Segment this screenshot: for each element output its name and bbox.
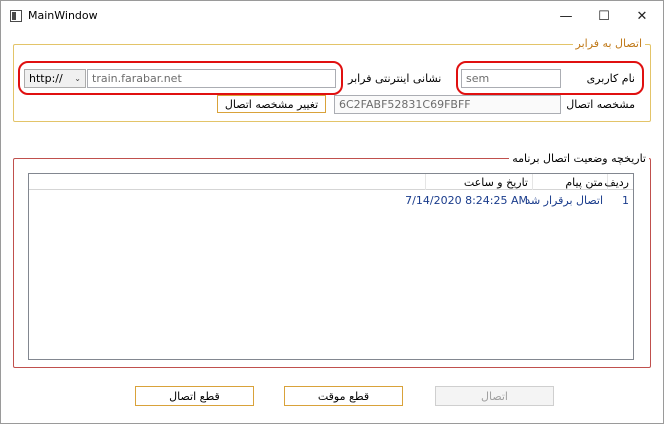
minimize-icon: — (559, 8, 573, 24)
disconnect-button[interactable]: قطع اتصال (135, 386, 254, 406)
address-label: نشانی اینترنتی فرابر (348, 72, 442, 85)
window-title: MainWindow (28, 9, 98, 22)
row-index: 1 (622, 193, 629, 207)
annotation-highlight-username (456, 61, 644, 95)
table-row[interactable]: 1 اتصال برقرار شد 7/14/2020 8:24:25 AM (29, 192, 633, 210)
close-icon: ✕ (636, 8, 648, 24)
maximize-icon: ☐ (598, 8, 610, 24)
row-datetime: 7/14/2020 8:24:25 AM (405, 193, 528, 207)
maximize-button[interactable]: ☐ (585, 1, 623, 31)
main-window: MainWindow — ☐ ✕ اتصال به فرابر نام کارب… (0, 0, 664, 424)
column-header-datetime[interactable]: تاریخ و ساعت (425, 174, 532, 190)
change-conn-id-button[interactable]: تغییر مشخصه اتصال (217, 95, 326, 113)
conn-id-label: مشخصه اتصال (566, 98, 635, 111)
column-header-index[interactable]: ردیف (604, 174, 633, 190)
history-table[interactable]: ردیف متن پیام تاریخ و ساعت 1 اتصال برقرا… (28, 173, 634, 360)
connect-button[interactable]: اتصال (435, 386, 554, 406)
conn-id-field[interactable]: 6C2FABF52831C69FBFF (334, 95, 561, 114)
close-button[interactable]: ✕ (623, 1, 661, 31)
window-app-icon (10, 10, 22, 22)
minimize-button[interactable]: — (547, 1, 585, 31)
title-bar: MainWindow — ☐ ✕ (1, 1, 663, 31)
row-message: اتصال برقرار شد (525, 193, 603, 207)
pause-button[interactable]: قطع موقت (284, 386, 403, 406)
history-group-legend: تاریخچه وضعیت اتصال برنامه (509, 152, 649, 165)
history-table-header: ردیف متن پیام تاریخ و ساعت (29, 174, 633, 190)
annotation-highlight-address (18, 61, 343, 95)
connection-group-legend: اتصال به فرابر (572, 37, 645, 50)
column-header-message[interactable]: متن پیام (532, 174, 607, 190)
